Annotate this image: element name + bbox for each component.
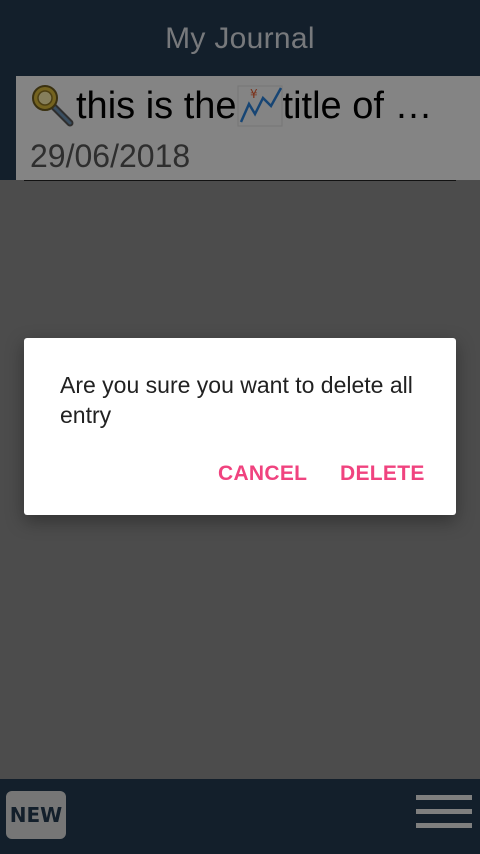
delete-button[interactable]: DELETE — [340, 456, 425, 492]
cancel-button[interactable]: CANCEL — [218, 456, 307, 492]
confirm-delete-dialog: Are you sure you want to delete all entr… — [24, 338, 456, 515]
dialog-message: Are you sure you want to delete all entr… — [60, 372, 413, 428]
